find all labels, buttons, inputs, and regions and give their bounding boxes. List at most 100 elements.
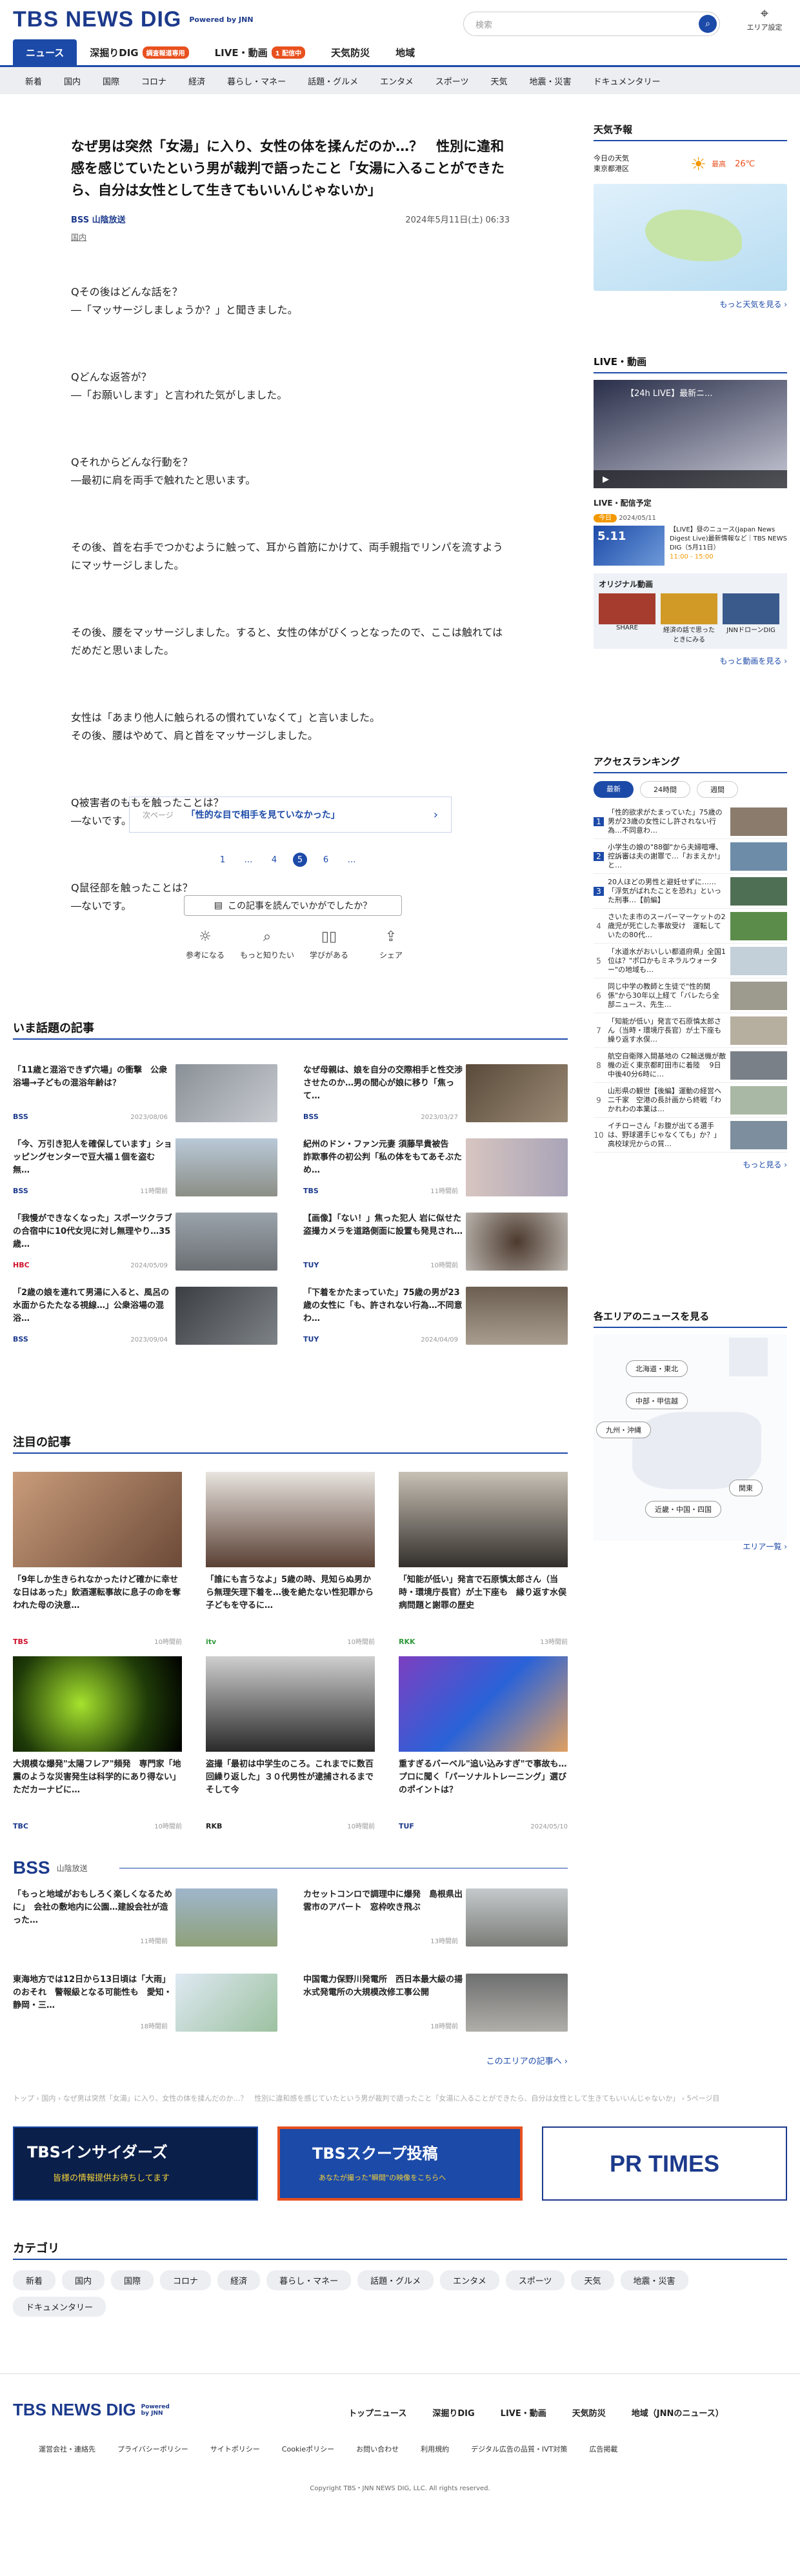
insiders-banner[interactable]: TBSインサイダーズ 皆様の情報提供お待ちしてます xyxy=(13,2126,258,2201)
area-button[interactable]: 関東 xyxy=(729,1480,763,1496)
original-video-item[interactable]: JNNドローンDIG xyxy=(723,593,779,644)
notable-card[interactable]: 大規模な爆発"太陽フレア"頻発 専門家「地震のような災害発生は科学的にあり得ない… xyxy=(13,1656,182,1830)
subnav-item[interactable]: 国際 xyxy=(92,75,130,87)
trending-card[interactable]: 【画像】「ない！」焦った犯人 岩に似せた盗撮カメラを道路側面に設置も発見され… T… xyxy=(303,1213,568,1272)
tab-region[interactable]: 地域 xyxy=(383,39,428,65)
notable-card[interactable]: 「知能が低い」発言で石原慎太郎さん（当時・環境庁長官）が土下座も 縁り返す水俣病… xyxy=(399,1472,568,1646)
page-link[interactable]: 1 xyxy=(210,855,235,865)
reaction-more-button[interactable]: ⌕ もっと知りたい xyxy=(236,929,298,960)
trending-card[interactable]: 「我慢ができなくなった」スポーツクラブの合宿中に10代女児に対し無理やり…35歳… xyxy=(13,1213,277,1272)
category-chip[interactable]: 国内 xyxy=(62,2270,105,2290)
tab-news[interactable]: ニュース xyxy=(13,39,77,65)
footer-link[interactable]: Cookieポリシー xyxy=(282,2444,334,2454)
category-chip[interactable]: エンタメ xyxy=(440,2270,499,2290)
footer-link[interactable]: デジタル広告の品質・IVT対策 xyxy=(471,2444,567,2454)
weather-map[interactable] xyxy=(594,184,787,291)
ranking-item[interactable]: 4 さいたま市のスーパーマーケットの2歳児が死亡した事故受け 運転していたの80代… xyxy=(594,909,787,944)
reaction-learn-button[interactable]: ▯▯ 学びがある xyxy=(298,929,360,960)
page-link[interactable]: 4 xyxy=(261,855,287,865)
ranking-tab[interactable]: 24時間 xyxy=(640,781,690,798)
notable-card[interactable]: 重すぎるバーベル"追い込みすぎ"で事故も…プロに聞く「パーソナルトレーニング」選… xyxy=(399,1656,568,1830)
local-more-link[interactable]: このエリアの記事へ › xyxy=(426,2054,568,2066)
category-chip[interactable]: 地震・災害 xyxy=(620,2270,688,2290)
footer-link[interactable]: サイトポリシー xyxy=(210,2444,260,2454)
ranking-item[interactable]: 9 山形県の観世【後編】運動の経営ヘ二千家 空港の長計画から終戦「わかれわの本業は… xyxy=(594,1083,787,1118)
area-map[interactable]: 北海道・東北 中部・甲信越 九州・沖縄 関東 近畿・中国・四国 xyxy=(594,1334,787,1541)
category-chip[interactable]: スポーツ xyxy=(505,2270,565,2290)
prtimes-banner[interactable]: PR TIMES xyxy=(542,2126,787,2201)
local-card[interactable]: 「もっと地域がおもしろく楽しくなるために」 会社の敷地内に公園…建設会社が造った… xyxy=(13,1888,277,1948)
reaction-helpful-button[interactable]: ☼ 参考になる xyxy=(174,929,236,960)
category-chip[interactable]: 国際 xyxy=(111,2270,154,2290)
tab-live[interactable]: LIVE・動画 1 配信中 xyxy=(202,39,318,65)
local-card[interactable]: 中国電力保野川発電所 西日本最大級の揚水式発電所の大規模改修工事公開 18時間前 xyxy=(303,1974,568,2033)
subnav-item[interactable]: 天気 xyxy=(479,75,518,87)
subnav-item[interactable]: 暮らし・マネー xyxy=(216,75,297,87)
footer-link[interactable]: 利用規約 xyxy=(421,2444,449,2454)
site-logo[interactable]: TBS NEWS DIG xyxy=(13,7,181,32)
category-chip[interactable]: 暮らし・マネー xyxy=(266,2270,352,2290)
search-input[interactable]: 検索 ⌕ xyxy=(463,12,720,36)
ranking-item[interactable]: 7 「知能が低い」発言で石原慎太郎さん（当時・環境庁長官）が土下座も 繰り返す水俣… xyxy=(594,1013,787,1048)
footer-nav-item[interactable]: LIVE・動画 xyxy=(501,2406,546,2419)
tab-weather[interactable]: 天気防災 xyxy=(318,39,383,65)
footer-nav-item[interactable]: 深掘りDIG xyxy=(432,2406,474,2419)
ranking-item[interactable]: 1 「性的欲求がたまっていた」75歳の男が23歳の女性にし許されない行為…不同意わ… xyxy=(594,804,787,839)
subnav-item[interactable]: コロナ xyxy=(130,75,177,87)
subnav-item[interactable]: 地震・災害 xyxy=(519,75,583,87)
schedule-item[interactable]: 5.11 【LIVE】昼のニュース(Japan News Digest Live… xyxy=(594,526,787,566)
area-button[interactable]: 中部・甲信越 xyxy=(626,1392,688,1409)
category-chip[interactable]: 経済 xyxy=(217,2270,261,2290)
ranking-item[interactable]: 5 「水道水がおいしい都道府県」全国1位は？"ポ口かもミネラルウォーター"の地域も… xyxy=(594,944,787,978)
article-category[interactable]: 国内 xyxy=(71,232,510,243)
next-page-link[interactable]: 次ページ 「性的な目で相手を見ていなかった」 › xyxy=(129,797,452,833)
category-chip[interactable]: 話題・グルメ xyxy=(357,2270,434,2290)
footer-nav-item[interactable]: 地域（JNNのニュース） xyxy=(632,2406,724,2419)
trending-card[interactable]: 「今、万引き犯人を確保しています」ショッピングセンターで豆大福１個を盗む 無… B… xyxy=(13,1138,277,1198)
ranking-item[interactable]: 10 イチローさん「お腹が出てる選手は、野球選手じゃなくても」か？」高校球児からの… xyxy=(594,1118,787,1153)
video-controls[interactable] xyxy=(594,470,787,488)
local-card[interactable]: 東海地方では12日から13日頃は「大雨」のおそれ 警報級となる可能性も 愛知・静… xyxy=(13,1974,277,2033)
category-chip[interactable]: ドキュメンタリー xyxy=(13,2297,106,2317)
footer-logo[interactable]: TBS NEWS DIG xyxy=(13,2400,136,2420)
notable-card[interactable]: 「9年しか生きられなかったけど確かに幸せな日はあった」飲酒運転事故に息子の命を奪… xyxy=(13,1472,182,1646)
ranking-item[interactable]: 8 航空自衛隊入間基地の C2輸送機が敵機の近く東京都町田市に着陸 9日中後40分… xyxy=(594,1048,787,1083)
footer-link[interactable]: 広告掲載 xyxy=(589,2444,617,2454)
area-more-link[interactable]: エリア一覧 › xyxy=(594,1541,787,1552)
category-chip[interactable]: 新着 xyxy=(13,2270,56,2290)
weather-more-link[interactable]: もっと天気を見る › xyxy=(594,299,787,310)
footer-nav-item[interactable]: トップニュース xyxy=(348,2406,406,2419)
category-chip[interactable]: 天気 xyxy=(571,2270,614,2290)
area-button[interactable]: 近畿・中国・四国 xyxy=(645,1501,721,1518)
ranking-item[interactable]: 3 20人ほどの男性と避妊せずに……「浮気がばれたことを恐れ」といった刑事…【前編… xyxy=(594,874,787,909)
ranking-item[interactable]: 2 小学生の娘の"88御"から夫婦喧嘩、控訴審は夫の謝罪で…「おまえか!」と… xyxy=(594,839,787,874)
area-button[interactable]: 北海道・東北 xyxy=(626,1360,688,1377)
ranking-item[interactable]: 6 同じ中学の教師と生徒で"性的関係"から30年以上経て「バレたら全部ニュース、先… xyxy=(594,978,787,1013)
ranking-more-link[interactable]: もっと見る › xyxy=(594,1159,787,1170)
ranking-tab[interactable]: 週間 xyxy=(697,781,738,798)
subnav-item[interactable]: 新着 xyxy=(14,75,53,87)
tab-dig[interactable]: 深掘りDIG 調査報道専用 xyxy=(77,39,201,65)
local-card[interactable]: カセットコンロで調理中に爆発 島根県出雲市のアパート 窓枠吹き飛ぶ 13時間前 xyxy=(303,1888,568,1948)
play-icon[interactable]: ▶ xyxy=(603,475,609,484)
subnav-item[interactable]: 話題・グルメ xyxy=(297,75,369,87)
trending-card[interactable]: 紀州のドン・ファン元妻 須藤早貴被告 詐欺事件の初公判「私の体をもてあそぶため…… xyxy=(303,1138,568,1198)
subnav-item[interactable]: 経済 xyxy=(177,75,216,87)
video-player[interactable]: 【24h LIVE】最新ニ... ▶ xyxy=(594,380,787,488)
original-video-item[interactable]: 経済の話で思ったときにみる xyxy=(661,593,717,644)
area-button[interactable]: 九州・沖縄 xyxy=(596,1422,651,1438)
notable-card[interactable]: 「誰にも言うなよ」5歳の時、見知らぬ男から無理矢理下着を…後を絶たない性犯罪から… xyxy=(206,1472,375,1646)
share-button[interactable]: ⇪ シェア xyxy=(360,929,422,960)
footer-link[interactable]: お問い合わせ xyxy=(356,2444,399,2454)
footer-link[interactable]: 運営会社・連絡先 xyxy=(39,2444,95,2454)
subnav-item[interactable]: 国内 xyxy=(53,75,92,87)
footer-nav-item[interactable]: 天気防災 xyxy=(572,2406,606,2419)
trending-card[interactable]: なぜ母親は、娘を自分の交際相手と性交渉させたのか…男の間心が娘に移り「焦って… B… xyxy=(303,1064,568,1124)
trending-card[interactable]: 「2歳の娘を連れて男湯に入ると、風呂の水面からたたなる視線…」公衆浴場の混浴… B… xyxy=(13,1287,277,1346)
category-chip[interactable]: コロナ xyxy=(160,2270,212,2290)
page-link[interactable]: 6 xyxy=(313,855,339,865)
subnav-item[interactable]: エンタメ xyxy=(369,75,425,87)
live-more-link[interactable]: もっと動画を見る › xyxy=(594,655,787,666)
trending-card[interactable]: 「下着をかたまっていた」75歳の男が23歳の女性に「も、許されない行為…不同意わ… xyxy=(303,1287,568,1346)
breadcrumb[interactable]: トップ › 国内 › なぜ男は突然「女湯」に入り、女性の体を揉んだのか…？ 性別… xyxy=(13,2093,787,2103)
